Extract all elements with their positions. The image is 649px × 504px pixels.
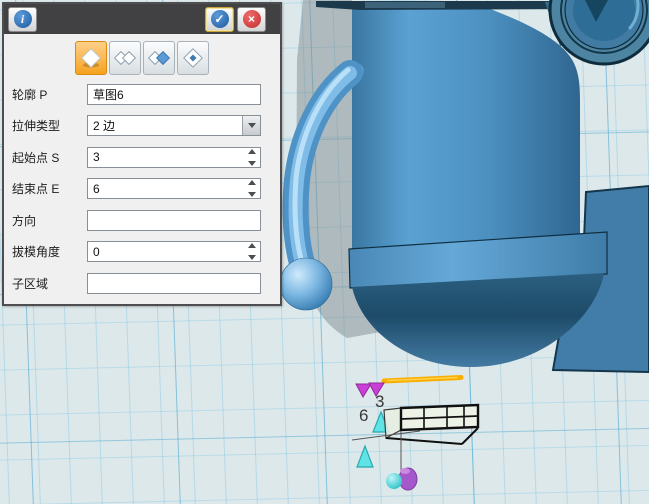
end-point-label: 6: [359, 406, 368, 425]
cad-viewport: 3 6: [0, 0, 649, 504]
handle-end-sphere[interactable]: [280, 258, 332, 310]
direction-input[interactable]: [87, 210, 261, 231]
start-arrow-icon[interactable]: [356, 384, 371, 397]
diamond-blue-overlap-icon: [147, 46, 171, 70]
info-button[interactable]: i: [8, 7, 37, 32]
model-top-rim-highlight: [365, 2, 445, 8]
draft-angle-input[interactable]: [87, 241, 261, 262]
profile-label: 轮廓 P: [12, 86, 87, 103]
extrude-type-toolbar: [4, 34, 280, 79]
spin-down-icon[interactable]: [248, 192, 256, 197]
datum-widget[interactable]: [386, 468, 417, 490]
start-point-input[interactable]: [87, 147, 261, 168]
extrude-type-value: 2 边: [93, 117, 115, 134]
check-icon: ✓: [211, 10, 229, 28]
direction-row: 方向: [4, 209, 280, 231]
profile-row: 轮廓 P: [4, 83, 280, 105]
subregion-row: 子区域: [4, 272, 280, 294]
direction-arrow-icon-2[interactable]: [357, 446, 373, 467]
close-button[interactable]: ×: [237, 7, 266, 32]
double-diamond-icon: [113, 46, 137, 70]
start-point-label: 3: [375, 392, 384, 411]
spin-up-icon[interactable]: [248, 149, 256, 154]
spin-down-icon[interactable]: [248, 255, 256, 260]
info-icon: i: [14, 10, 32, 28]
extrude-type-4-button[interactable]: [177, 41, 209, 75]
chevron-down-icon: [248, 123, 256, 128]
dialog-titlebar[interactable]: i ✓ ×: [4, 4, 280, 34]
extrude-preview-grate[interactable]: [384, 405, 478, 444]
extrude-type-label: 拉伸类型: [12, 117, 87, 134]
extrude-type-3-button[interactable]: [143, 41, 175, 75]
sketch-overlay: 3 6: [352, 378, 478, 491]
extrude-type-2-button[interactable]: [109, 41, 141, 75]
draft-angle-label: 拔模角度: [12, 243, 87, 260]
extrude-type-select[interactable]: 2 边: [87, 115, 261, 136]
subregion-label: 子区域: [12, 275, 87, 292]
model-top-rim: [316, 1, 583, 10]
close-icon: ×: [243, 10, 261, 28]
direction-label: 方向: [12, 212, 87, 229]
model-body[interactable]: [352, 5, 580, 250]
spin-down-icon[interactable]: [248, 161, 256, 166]
diamond-blue-dot-icon: [181, 46, 205, 70]
ok-button[interactable]: ✓: [205, 7, 234, 32]
start-point-row: 起始点 S: [4, 146, 280, 168]
profile-input[interactable]: [87, 84, 261, 105]
spin-up-icon[interactable]: [248, 180, 256, 185]
dropdown-arrow-button[interactable]: [242, 116, 260, 135]
end-point-input[interactable]: [87, 178, 261, 199]
extrude-dialog: i ✓ ×: [2, 2, 282, 306]
subregion-input[interactable]: [87, 273, 261, 294]
extrude-type-row: 拉伸类型 2 边: [4, 115, 280, 137]
end-point-row: 结束点 E: [4, 178, 280, 200]
end-point-label: 结束点 E: [12, 180, 87, 197]
draft-angle-row: 拔模角度: [4, 241, 280, 263]
extrude-form: 轮廓 P 拉伸类型 2 边 起始点 S: [4, 79, 280, 294]
spin-up-icon[interactable]: [248, 243, 256, 248]
extrude-type-1-button[interactable]: [75, 41, 107, 75]
single-diamond-icon: [79, 46, 103, 70]
start-point-label: 起始点 S: [12, 149, 87, 166]
